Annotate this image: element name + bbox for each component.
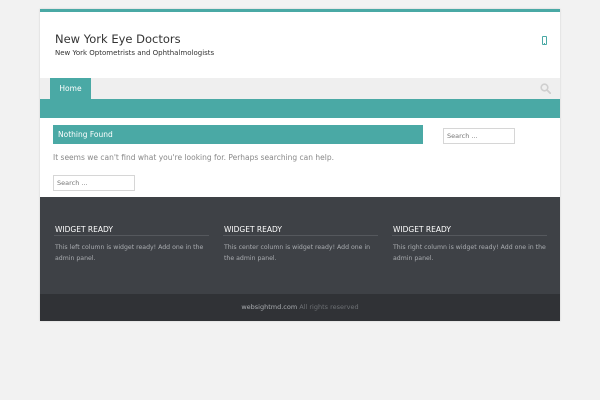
footer-link[interactable]: websightmd.com [241,303,297,311]
widget-title: WIDGET READY [54,224,209,236]
widget-title: WIDGET READY [223,224,378,236]
widget-right: WIDGET READY This right column is widget… [392,224,547,264]
widget-title: WIDGET READY [392,224,547,236]
site-footer: websightmd.com All rights reserved [40,294,560,321]
content-search-input[interactable] [53,175,135,191]
page: New York Eye Doctors New York Optometris… [40,9,560,321]
sidebar-search-input[interactable] [443,128,515,144]
widget-text: This right column is widget ready! Add o… [393,244,546,262]
footer-rights: All rights reserved [297,303,359,311]
widget-center: WIDGET READY This center column is widge… [223,224,378,264]
accent-bar [40,99,560,118]
nav-item-home[interactable]: Home [50,78,91,99]
nothing-found-message: It seems we can't find what you're looki… [53,153,335,162]
widget-area: WIDGET READY This left column is widget … [40,197,560,294]
site-title[interactable]: New York Eye Doctors [55,32,181,46]
main-nav: Home [40,78,560,99]
search-icon[interactable] [540,83,551,94]
nothing-found-heading: Nothing Found [53,125,423,144]
widget-text: This left column is widget ready! Add on… [55,244,204,262]
site-header: New York Eye Doctors New York Optometris… [40,12,560,78]
widget-text: This center column is widget ready! Add … [224,244,371,262]
mobile-phone-icon[interactable] [542,36,547,45]
widget-left: WIDGET READY This left column is widget … [54,224,209,264]
main-content: Nothing Found It seems we can't find wha… [40,118,560,197]
site-tagline: New York Optometrists and Ophthalmologis… [55,49,215,57]
